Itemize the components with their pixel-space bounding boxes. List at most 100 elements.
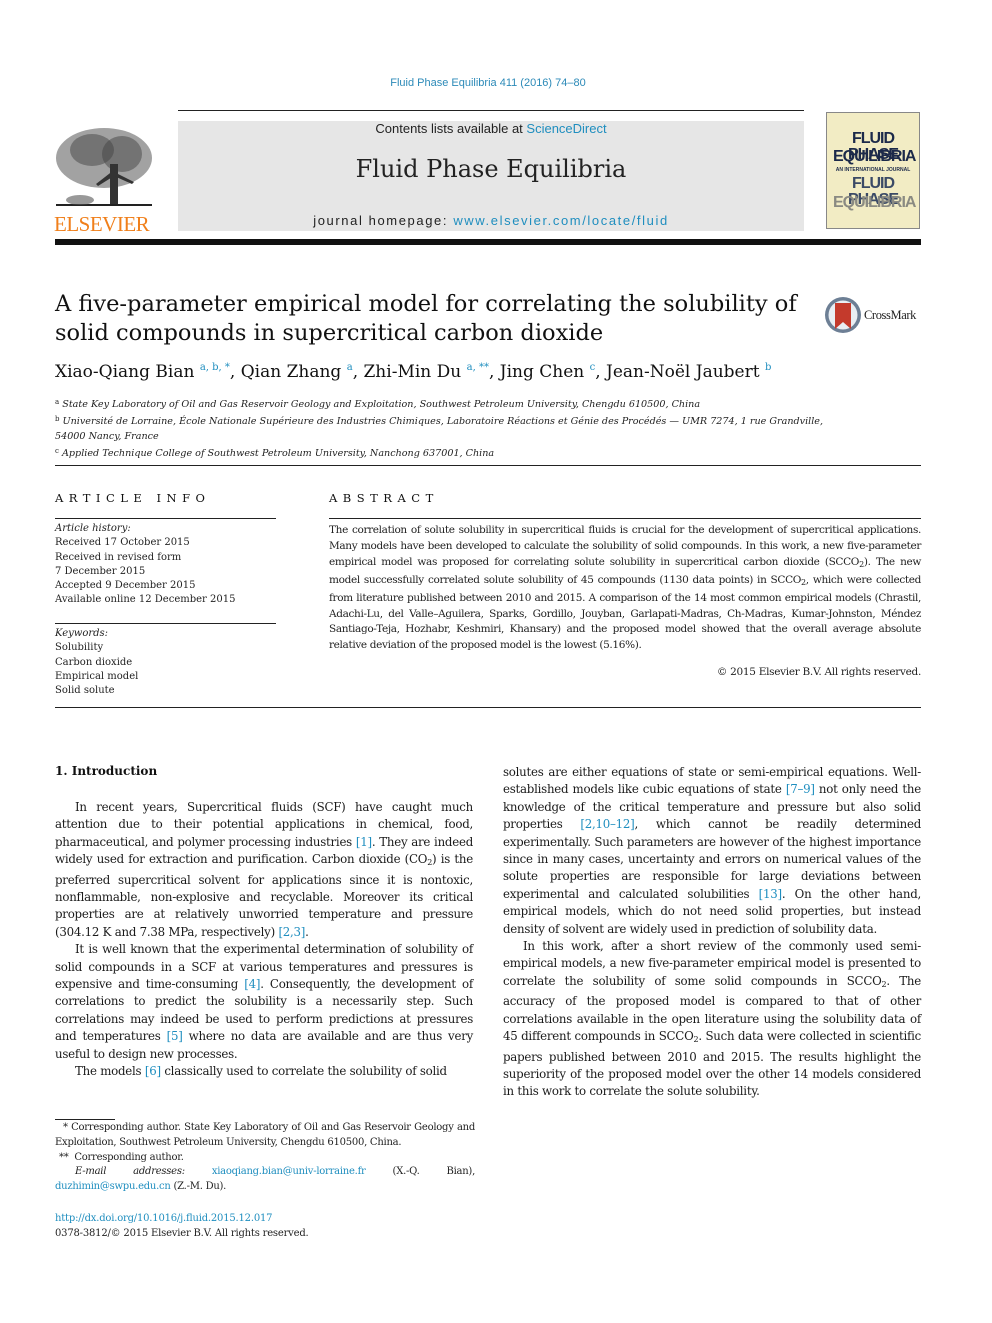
contents-line: Contents lists available at ScienceDirec…: [178, 121, 804, 136]
affiliation-mark: c: [55, 447, 59, 456]
abstract-text: The correlation of solute solubility in …: [329, 523, 921, 654]
citation-link[interactable]: [4]: [244, 977, 260, 991]
affiliation-text: Université de Lorraine, École Nationale …: [55, 416, 824, 442]
email-link[interactable]: xiaoqiang.bian@univ-lorraine.fr: [212, 1166, 366, 1177]
author-name[interactable]: Zhi-Min Du: [364, 362, 462, 382]
citation-link[interactable]: [1]: [356, 835, 372, 849]
affiliation-text: State Key Laboratory of Oil and Gas Rese…: [62, 399, 701, 410]
history-item: Available online 12 December 2015: [55, 594, 236, 606]
citation-link[interactable]: [2,10–12]: [580, 817, 634, 831]
article-history: Article history: Received 17 October 201…: [55, 522, 280, 608]
journal-reference-link[interactable]: Fluid Phase Equilibria 411 (2016) 74–80: [0, 77, 976, 89]
keywords-label: Keywords:: [55, 628, 109, 639]
author-marks[interactable]: b: [765, 362, 771, 373]
email-label: E-mail addresses:: [75, 1166, 185, 1178]
crossmark-icon: [825, 297, 861, 333]
affiliation-item: b Université de Lorraine, École National…: [55, 412, 935, 444]
text: In this work, after a short review of th…: [503, 939, 921, 988]
abstract-copyright: © 2015 Elsevier B.V. All rights reserved…: [716, 666, 921, 678]
keyword-item: Solubility: [55, 642, 104, 654]
email-owner: (X.-Q. Bian),: [365, 1166, 476, 1178]
text: .: [305, 924, 309, 939]
footnote-mark: *: [63, 1122, 68, 1133]
abstract-rule: [329, 518, 921, 519]
footnote-item: ** Corresponding author.: [55, 1151, 475, 1166]
author-name[interactable]: Xiao-Qiang Bian: [55, 362, 194, 382]
sciencedirect-link[interactable]: ScienceDirect: [526, 121, 606, 136]
paragraph: It is well known that the experimental d…: [55, 941, 473, 1063]
footnote-text: Corresponding author.: [74, 1151, 184, 1163]
paragraph: The models [6] classically used to corre…: [55, 1063, 473, 1080]
history-label: Article history:: [55, 523, 131, 534]
affiliations: a State Key Laboratory of Oil and Gas Re…: [55, 395, 935, 462]
body-column-left: In recent years, Supercritical fluids (S…: [55, 799, 473, 1080]
history-item: Received 17 October 2015: [55, 537, 190, 549]
keyword-item: Solid solute: [55, 685, 115, 697]
keywords: Keywords: Solubility Carbon dioxide Empi…: [55, 627, 280, 698]
author-marks[interactable]: a, b, *: [200, 362, 230, 373]
affiliation-rule: [55, 465, 921, 466]
elsevier-wordmark: ELSEVIER: [54, 212, 150, 236]
footnote-item: * Corresponding author. State Key Labora…: [55, 1121, 475, 1151]
author-name[interactable]: Qian Zhang: [241, 362, 342, 382]
journal-homepage-link[interactable]: www.elsevier.com/locate/fluid: [453, 213, 668, 228]
journal-cover-thumbnail[interactable]: FLUID PHASE EQUILIBRIA AN INTERNATIONAL …: [826, 112, 920, 229]
affiliation-mark: a: [55, 398, 60, 406]
author-marks[interactable]: c: [590, 362, 596, 373]
footnotes: * Corresponding author. State Key Labora…: [55, 1121, 475, 1195]
citation-link[interactable]: [6]: [145, 1064, 161, 1078]
citation-link[interactable]: [13]: [759, 887, 782, 901]
paragraph-continued: solutes are either equations of state or…: [503, 764, 921, 938]
affiliation-mark: b: [55, 415, 60, 424]
homepage-line: journal homepage: www.elsevier.com/locat…: [178, 213, 804, 228]
citation-link[interactable]: [2,3]: [278, 925, 305, 939]
author-list: Xiao-Qiang Bian a, b, *, Qian Zhang a, Z…: [55, 362, 772, 382]
crossmark-button[interactable]: CrossMark: [824, 296, 924, 336]
text: classically used to correlate the solubi…: [160, 1064, 447, 1079]
affiliation-text: Applied Technique College of Southwest P…: [61, 448, 495, 460]
header-thick-rule: [55, 239, 921, 245]
body-column-right: solutes are either equations of state or…: [503, 764, 921, 1101]
contents-prefix: Contents lists available at: [375, 121, 527, 136]
email-link[interactable]: duzhimin@swpu.edu.cn: [55, 1181, 171, 1192]
crossmark-label: CrossMark: [864, 308, 916, 322]
article-title: A five-parameter empirical model for cor…: [55, 291, 797, 346]
keywords-rule: [55, 623, 276, 624]
affiliation-item: c Applied Technique College of Southwest…: [55, 444, 935, 461]
paragraph: In recent years, Supercritical fluids (S…: [55, 799, 473, 941]
footnote-mark: **: [59, 1151, 69, 1163]
author-marks[interactable]: a, **: [467, 362, 489, 373]
section-heading-introduction: 1. Introduction: [55, 764, 158, 778]
journal-masthead: Contents lists available at ScienceDirec…: [178, 121, 804, 231]
keyword-item: Empirical model: [55, 670, 139, 682]
history-item: Received in revised form: [55, 551, 182, 563]
history-item: 7 December 2015: [55, 565, 146, 577]
history-item: Accepted 9 December 2015: [55, 580, 196, 592]
doi-link[interactable]: http://dx.doi.org/10.1016/j.fluid.2015.1…: [55, 1211, 475, 1226]
citation-link[interactable]: [5]: [167, 1029, 183, 1043]
text: The models: [75, 1064, 145, 1079]
header-rule: [178, 110, 804, 111]
footnote-text: Corresponding author. State Key Laborato…: [55, 1122, 475, 1148]
author-marks[interactable]: a: [347, 362, 353, 373]
paragraph: In this work, after a short review of th…: [503, 938, 921, 1101]
article-info-heading: ARTICLE INFO: [55, 491, 211, 505]
citation-link[interactable]: [7–9]: [786, 782, 815, 796]
keyword-item: Carbon dioxide: [55, 656, 133, 668]
affiliation-item: a State Key Laboratory of Oil and Gas Re…: [55, 395, 935, 412]
front-matter-rule: [55, 707, 921, 708]
journal-title: Fluid Phase Equilibria: [355, 155, 627, 183]
abstract-part: The correlation of solute solubility in …: [329, 524, 921, 568]
cover-line: EQUILIBRIA: [833, 194, 916, 211]
homepage-prefix: journal homepage:: [313, 213, 454, 228]
author-name[interactable]: Jean-Noël Jaubert: [606, 362, 760, 382]
abstract-heading: ABSTRACT: [329, 491, 439, 505]
author-name[interactable]: Jing Chen: [500, 362, 584, 382]
cover-line: EQUILIBRIA: [833, 148, 916, 165]
issn-line: 0378-3812/© 2015 Elsevier B.V. All right…: [55, 1228, 309, 1239]
doi-block: http://dx.doi.org/10.1016/j.fluid.2015.1…: [55, 1211, 475, 1241]
footnote-item: E-mail addresses: xiaoqiang.bian@univ-lo…: [55, 1165, 475, 1195]
cover-line: AN INTERNATIONAL JOURNAL: [835, 167, 911, 173]
footnote-rule: [55, 1119, 115, 1120]
email-owner: (Z.-M. Du).: [170, 1181, 227, 1193]
